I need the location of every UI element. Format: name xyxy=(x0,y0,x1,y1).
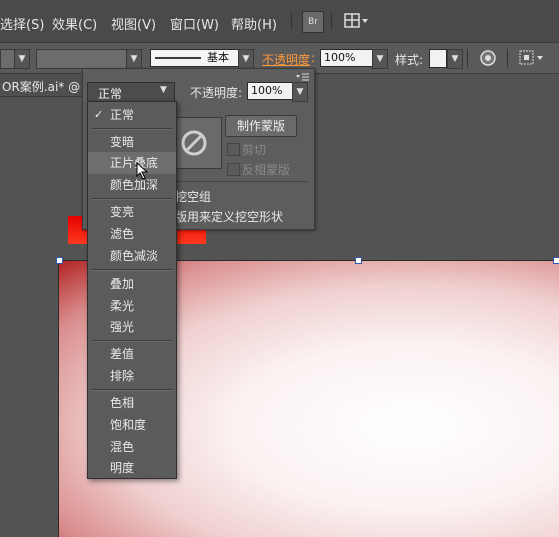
blend-option-lighten[interactable]: 变亮 xyxy=(88,201,176,223)
align-grid-icon xyxy=(519,50,543,65)
dropdown-divider xyxy=(91,198,173,200)
blend-option-multiply[interactable]: 正片叠底 xyxy=(88,152,176,180)
blend-option-label: 排除 xyxy=(110,369,135,383)
blend-mode-value: 正常 xyxy=(98,87,123,101)
blend-option-color-dodge[interactable]: 颜色减淡 xyxy=(88,245,176,267)
selection-handle[interactable] xyxy=(553,257,559,264)
opacity-link[interactable]: 不透明度 xyxy=(262,51,310,68)
blend-option-label: 饱和度 xyxy=(110,418,147,432)
panel-menu-button[interactable] xyxy=(296,71,310,81)
stroke-line-icon xyxy=(155,57,201,59)
blend-option-label: 颜色加深 xyxy=(110,178,159,192)
blend-option-overlay[interactable]: 叠加 xyxy=(88,273,176,295)
invert-mask-checkbox[interactable] xyxy=(227,163,240,176)
menu-bar: 选择(S) 效果(C) 视图(V) 窗口(W) 帮助(H) Br xyxy=(0,0,559,43)
panel-opacity-arrow[interactable]: ▼ xyxy=(292,82,308,102)
fill-dropdown-arrow[interactable]: ▼ xyxy=(14,49,30,69)
blend-option-label: 叠加 xyxy=(110,277,135,291)
selection-handle[interactable] xyxy=(355,257,362,264)
opacity-colon: : xyxy=(311,51,316,65)
panel-opacity-input[interactable]: 100% xyxy=(247,82,296,100)
blend-option-label: 颜色减淡 xyxy=(110,249,159,263)
blend-option-label: 变暗 xyxy=(110,135,135,149)
blend-option-label: 强光 xyxy=(110,320,135,334)
recolor-button[interactable] xyxy=(479,49,497,67)
arrange-documents-button[interactable] xyxy=(343,11,369,31)
no-mask-icon xyxy=(181,130,207,156)
style-label: 样式: xyxy=(395,53,424,67)
selection-handle[interactable] xyxy=(56,257,63,264)
opacity-input[interactable]: 100% xyxy=(320,49,373,67)
blend-option-hue[interactable]: 色相 xyxy=(88,392,176,414)
document-tab-title: OR案例.ai* @ xyxy=(2,80,81,94)
invert-mask-label: 反相蒙版 xyxy=(242,163,291,177)
checkmark-icon: ✓ xyxy=(94,108,104,121)
blend-option-label: 变亮 xyxy=(110,205,135,219)
make-mask-button[interactable]: 制作蒙版 xyxy=(225,115,297,137)
blend-option-luminosity[interactable]: 明度 xyxy=(88,457,176,479)
blend-option-label: 正片叠底 xyxy=(110,156,159,170)
blend-option-darken[interactable]: 变暗 xyxy=(88,131,176,153)
dropdown-divider xyxy=(91,340,173,342)
blend-option-normal[interactable]: ✓ 正常 xyxy=(88,104,176,126)
blend-option-label: 柔光 xyxy=(110,299,135,313)
graphic-style-swatch[interactable] xyxy=(429,49,447,68)
panel-opacity-label: 不透明度: xyxy=(190,86,243,100)
blend-option-hard-light[interactable]: 强光 xyxy=(88,316,176,338)
blend-option-label: 差值 xyxy=(110,347,135,361)
clip-checkbox[interactable] xyxy=(227,143,240,156)
panel-divider xyxy=(174,181,308,182)
controlbar-divider xyxy=(507,49,508,67)
blend-option-label: 正常 xyxy=(110,108,135,122)
chevron-down-icon: ▼ xyxy=(160,85,167,95)
menu-window[interactable]: 窗口(W) xyxy=(170,14,219,33)
blend-option-exclusion[interactable]: 排除 xyxy=(88,365,176,387)
blend-option-label: 明度 xyxy=(110,461,135,475)
stroke-style-label: 基本 xyxy=(207,51,229,64)
graphic-style-arrow[interactable]: ▼ xyxy=(447,49,463,69)
recolor-artwork-icon xyxy=(480,50,496,66)
stroke-profile-dropdown[interactable]: 基本 xyxy=(150,49,239,67)
knockout-group-label: 挖空组 xyxy=(175,190,212,204)
arrange-documents-icon xyxy=(344,13,368,28)
menu-effect[interactable]: 效果(C) xyxy=(52,14,97,33)
dropdown-divider xyxy=(91,269,173,271)
blend-option-label: 色相 xyxy=(110,396,135,410)
dropdown-divider xyxy=(91,389,173,391)
menu-view[interactable]: 视图(V) xyxy=(111,14,156,33)
document-tab[interactable]: OR案例.ai* @ xyxy=(0,74,84,97)
blend-option-saturation[interactable]: 饱和度 xyxy=(88,414,176,436)
blend-option-soft-light[interactable]: 柔光 xyxy=(88,295,176,317)
menu-help[interactable]: 帮助(H) xyxy=(231,14,277,33)
panel-menu-icon xyxy=(296,73,309,81)
dropdown-divider xyxy=(91,128,173,130)
clip-label: 剪切 xyxy=(242,143,267,157)
blend-option-color[interactable]: 混色 xyxy=(88,436,176,458)
stroke-weight-dropdown[interactable] xyxy=(36,49,128,69)
menubar-divider xyxy=(291,12,292,30)
align-options-button[interactable] xyxy=(518,49,546,67)
blend-option-difference[interactable]: 差值 xyxy=(88,343,176,365)
opacity-arrow[interactable]: ▼ xyxy=(372,49,388,69)
blend-option-screen[interactable]: 滤色 xyxy=(88,223,176,245)
blend-option-label: 滤色 xyxy=(110,227,135,241)
menu-select[interactable]: 选择(S) xyxy=(0,14,44,33)
blend-mode-dropdown: ✓ 正常 变暗 正片叠底 颜色加深 变亮 滤色 颜色减淡 叠加 柔光 强光 差值… xyxy=(87,101,177,479)
stroke-profile-arrow[interactable]: ▼ xyxy=(238,49,254,69)
blend-option-color-burn[interactable]: 颜色加深 xyxy=(88,174,176,196)
blend-mode-select[interactable]: 正常 ▼ xyxy=(87,82,175,102)
mask-thumbnail[interactable] xyxy=(174,117,222,169)
menubar-divider xyxy=(331,12,332,30)
blend-option-label: 混色 xyxy=(110,440,135,454)
controlbar-divider xyxy=(467,49,468,67)
stroke-weight-arrow[interactable]: ▼ xyxy=(126,49,142,69)
opacity-mask-knockout-label: 版用来定义挖空形状 xyxy=(175,210,284,224)
bridge-button[interactable]: Br xyxy=(302,11,324,33)
